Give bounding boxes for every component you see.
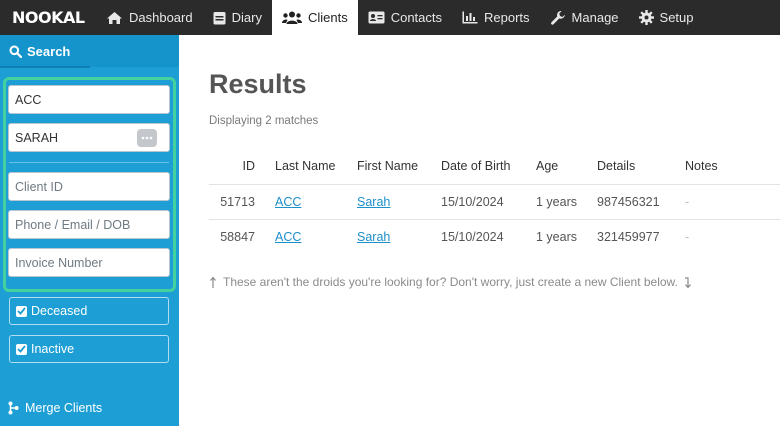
nav-contacts[interactable]: Contacts <box>358 0 452 35</box>
more-options-button[interactable] <box>137 129 157 147</box>
merge-clients-label: Merge Clients <box>25 401 103 415</box>
logo-text: NOOKAL <box>12 8 85 27</box>
last-name-link[interactable]: ACC <box>275 195 301 209</box>
top-nav: NOOKAL Dashboard Diary Clients Contacts … <box>0 0 780 35</box>
cell-last-name: ACC <box>265 183 347 219</box>
nav-reports-label: Reports <box>484 10 530 25</box>
col-header-details[interactable]: Details <box>587 148 675 184</box>
table-row[interactable]: 58847 ACC Sarah 15/10/2024 1 years 32145… <box>209 218 780 254</box>
hint-text: These aren't the droids you're looking f… <box>223 275 678 289</box>
merge-clients-link[interactable]: Merge Clients <box>8 401 102 415</box>
sidebar: Search ACC SARAH Client ID Phone / Email… <box>0 35 179 426</box>
cell-id: 58847 <box>209 218 265 254</box>
page-title: Results <box>209 69 307 99</box>
last-name-link[interactable]: ACC <box>275 230 301 244</box>
calendar-icon <box>213 11 226 24</box>
arrow-up-icon <box>210 276 216 288</box>
deceased-label: Deceased <box>31 304 88 318</box>
nav-manage-label: Manage <box>571 10 619 25</box>
nav-setup-label: Setup <box>659 10 694 25</box>
results-count: Displaying 2 matches <box>209 115 319 127</box>
cell-notes: - <box>675 183 780 219</box>
no-match-hint: These aren't the droids you're looking f… <box>209 275 692 289</box>
logo[interactable]: NOOKAL <box>0 0 96 35</box>
first-name-link[interactable]: Sarah <box>357 230 390 244</box>
results-table: ID Last Name First Name Date of Birth Ag… <box>209 148 780 254</box>
cell-details: 987456321 <box>587 183 675 219</box>
col-header-last-name[interactable]: Last Name <box>265 148 347 184</box>
first-name-link[interactable]: Sarah <box>357 195 390 209</box>
nav-setup[interactable]: Setup <box>629 0 704 35</box>
table-header-row: ID Last Name First Name Date of Birth Ag… <box>209 148 780 184</box>
wrench-icon <box>550 10 565 25</box>
last-name-field[interactable]: ACC <box>8 85 170 114</box>
col-header-first-name[interactable]: First Name <box>347 148 431 184</box>
nav-contacts-label: Contacts <box>390 10 443 25</box>
sidebar-search-heading[interactable]: Search <box>0 35 179 68</box>
users-icon <box>281 11 302 24</box>
nav-diary[interactable]: Diary <box>203 0 272 35</box>
cell-first-name: Sarah <box>347 218 431 254</box>
bar-chart-icon <box>462 11 478 24</box>
arrow-down-icon <box>684 276 691 288</box>
cell-details: 321459977 <box>587 218 675 254</box>
home-icon <box>107 11 122 24</box>
inactive-label: Inactive <box>31 342 75 356</box>
gear-icon <box>638 10 654 25</box>
col-header-age[interactable]: Age <box>526 148 587 184</box>
col-header-notes[interactable]: Notes <box>675 148 780 184</box>
ellipsis-icon <box>141 136 153 140</box>
nav-diary-label: Diary <box>231 10 262 25</box>
main-content: Results Displaying 2 matches ID Last Nam… <box>179 35 780 426</box>
sidebar-heading-label: Search <box>27 43 71 59</box>
cell-first-name: Sarah <box>347 183 431 219</box>
col-header-id[interactable]: ID <box>209 148 265 184</box>
first-name-value: SARAH <box>15 130 59 145</box>
phone-email-dob-field[interactable]: Phone / Email / DOB <box>8 210 170 239</box>
nav-dashboard[interactable]: Dashboard <box>96 0 203 35</box>
merge-icon <box>8 401 19 415</box>
checkbox-checked-icon <box>16 305 27 317</box>
deceased-checkbox[interactable]: Deceased <box>9 297 169 325</box>
nav-clients-label: Clients <box>307 10 348 25</box>
inactive-checkbox[interactable]: Inactive <box>9 335 169 363</box>
invoice-number-field[interactable]: Invoice Number <box>8 248 170 277</box>
cell-id: 51713 <box>209 183 265 219</box>
nav-dashboard-label: Dashboard <box>129 10 193 25</box>
divider <box>9 162 169 163</box>
cell-last-name: ACC <box>265 218 347 254</box>
table-row[interactable]: 51713 ACC Sarah 15/10/2024 1 years 98745… <box>209 183 780 219</box>
col-header-dob[interactable]: Date of Birth <box>431 148 526 184</box>
search-icon <box>9 45 22 58</box>
nav-reports[interactable]: Reports <box>452 0 540 35</box>
cell-dob: 15/10/2024 <box>431 183 526 219</box>
cell-age: 1 years <box>526 218 587 254</box>
cell-notes: - <box>675 218 780 254</box>
checkbox-checked-icon <box>16 343 27 355</box>
cell-age: 1 years <box>526 183 587 219</box>
nav-clients[interactable]: Clients <box>271 0 358 35</box>
address-card-icon <box>368 11 385 24</box>
client-id-field[interactable]: Client ID <box>8 172 170 201</box>
nav-manage[interactable]: Manage <box>540 0 629 35</box>
cell-dob: 15/10/2024 <box>431 218 526 254</box>
